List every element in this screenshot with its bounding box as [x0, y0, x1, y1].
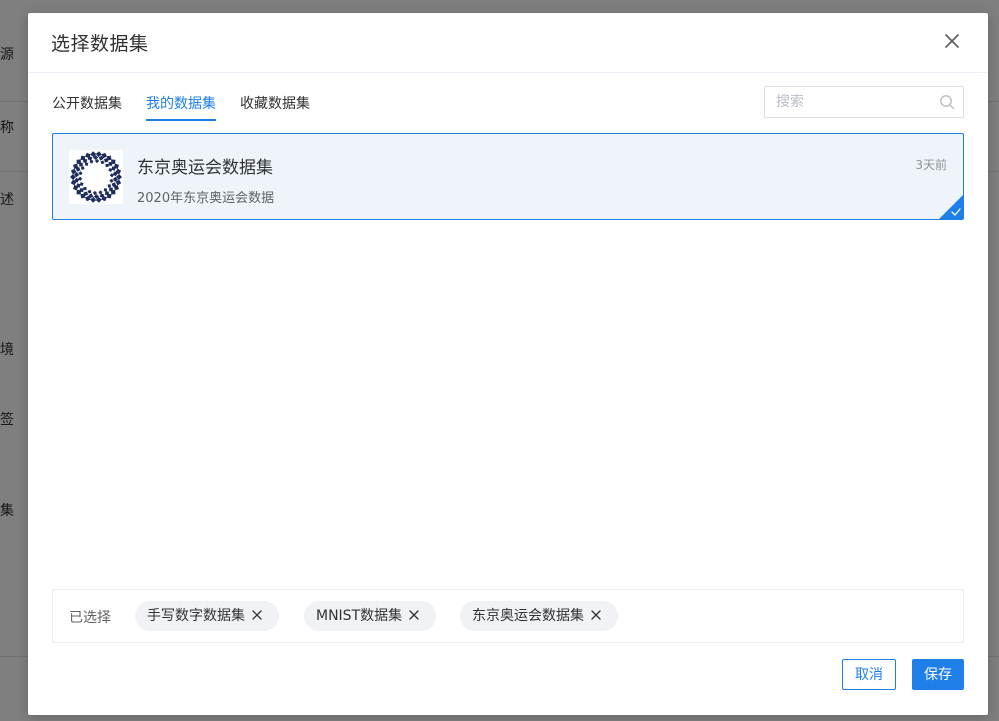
selected-chip: 手写数字数据集: [135, 601, 279, 631]
remove-chip-button[interactable]: [251, 601, 265, 631]
emblem-square: [107, 184, 112, 188]
emblem-square: [104, 191, 110, 196]
emblem-square: [79, 162, 83, 167]
close-icon: [409, 610, 419, 620]
selected-chip-label: 手写数字数据集: [147, 608, 245, 624]
selected-chip-label: MNIST数据集: [316, 608, 403, 624]
tokyo-olympics-emblem-icon: [69, 150, 123, 204]
selected-chip: MNIST数据集: [304, 601, 437, 631]
emblem-square: [82, 158, 88, 163]
dataset-name: 东京奥运会数据集: [137, 158, 273, 178]
search-box: [764, 86, 964, 118]
emblem-square: [83, 187, 87, 191]
dataset-time: 3天前: [915, 158, 947, 172]
remove-chip-button[interactable]: [590, 601, 604, 631]
close-button[interactable]: [941, 30, 963, 52]
checkmark-icon: [951, 208, 961, 216]
emblem-square: [84, 162, 89, 166]
dataset-description: 2020年东京奥运会数据: [137, 191, 275, 206]
selected-chip: 东京奥运会数据集: [460, 601, 618, 631]
emblem-square: [109, 178, 114, 183]
tab-favorite-datasets[interactable]: 收藏数据集: [240, 93, 310, 119]
emblem-square: [80, 166, 85, 170]
emblem-square: [87, 189, 92, 194]
save-button[interactable]: 保存: [912, 659, 964, 690]
emblem-square: [109, 187, 113, 192]
close-icon: [252, 610, 262, 620]
selected-datasets-bar: 已选择 手写数字数据集 MNIST数据集 东京奥运会数据集: [52, 589, 964, 643]
select-dataset-dialog: 选择数据集 公开数据集 我的数据集 收藏数据集 东京奥运会数据集 2020年东京…: [28, 13, 988, 715]
dataset-card[interactable]: 东京奥运会数据集 2020年东京奥运会数据 3天前: [52, 133, 964, 220]
dialog-header: 选择数据集: [28, 13, 988, 73]
emblem-square: [103, 188, 108, 192]
emblem-square: [105, 163, 109, 167]
emblem-square: [108, 162, 113, 166]
close-icon: [945, 34, 959, 48]
dialog-title: 选择数据集: [51, 33, 149, 55]
search-input[interactable]: [765, 87, 936, 117]
remove-chip-button[interactable]: [408, 601, 422, 631]
tab-public-datasets[interactable]: 公开数据集: [52, 93, 122, 119]
cancel-button[interactable]: 取消: [842, 659, 896, 690]
selected-label: 已选择: [69, 610, 111, 626]
emblem-square: [100, 160, 105, 165]
emblem-square: [78, 171, 83, 176]
search-icon[interactable]: [939, 94, 955, 110]
selected-chip-label: 东京奥运会数据集: [472, 608, 584, 624]
close-icon: [591, 610, 601, 620]
tab-my-datasets[interactable]: 我的数据集: [146, 93, 216, 121]
emblem-square: [79, 188, 84, 192]
